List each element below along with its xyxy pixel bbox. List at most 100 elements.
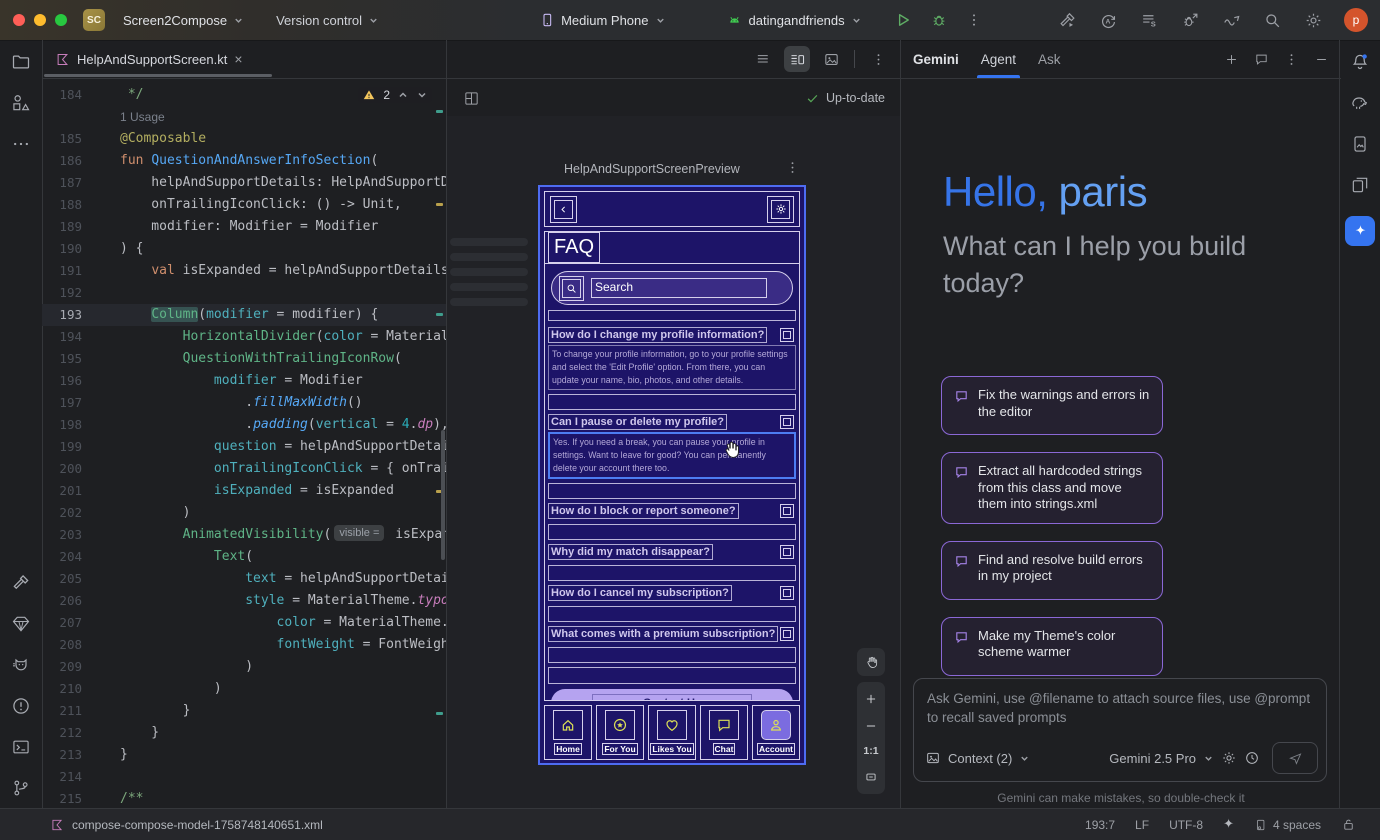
running-devices-icon[interactable] (1350, 134, 1370, 154)
suggestion-card[interactable]: Fix the warnings and errors in the edito… (941, 376, 1163, 435)
indent-setting[interactable]: 4 spaces (1254, 818, 1321, 832)
expand-toggle-icon[interactable] (780, 504, 794, 518)
editor-tab[interactable]: HelpAndSupportScreen.kt × (42, 40, 256, 78)
code-line[interactable]: 210 ) (42, 678, 446, 700)
device-selector[interactable]: Medium Phone (530, 6, 674, 34)
layout-switch-icon[interactable] (463, 90, 480, 107)
faq-question-row[interactable]: Why did my match disappear? (548, 544, 796, 561)
phone-content[interactable]: FAQ Search How do I change my profile in… (544, 231, 800, 701)
unlock-icon[interactable] (1341, 817, 1356, 832)
build-button[interactable] (1049, 6, 1086, 34)
minimize-panel-icon[interactable] (1314, 52, 1329, 67)
debug-button[interactable] (921, 6, 957, 34)
code-line[interactable]: 213} (42, 744, 446, 766)
search-input[interactable]: Search (591, 278, 767, 298)
code-line[interactable]: 197 .fillMaxWidth() (42, 392, 446, 414)
code-line[interactable]: 206 style = MaterialTheme.typo (42, 590, 446, 612)
code-line[interactable]: 196 modifier = Modifier (42, 370, 446, 392)
stripe-mark[interactable] (436, 313, 443, 316)
code-line[interactable]: 189 modifier: Modifier = Modifier (42, 216, 446, 238)
code-line[interactable]: 211 } (42, 700, 446, 722)
device-streaming-button[interactable] (1213, 6, 1250, 34)
expand-toggle-icon[interactable] (780, 415, 794, 429)
settings-gear-button[interactable] (767, 196, 794, 223)
problems-icon[interactable] (11, 696, 31, 716)
close-window-button[interactable] (13, 14, 25, 26)
device-manager-icon[interactable] (1350, 175, 1370, 195)
project-folder-icon[interactable] (11, 52, 31, 72)
next-issue-icon[interactable] (416, 89, 428, 101)
code-area[interactable]: 184 */1 Usage185@Composable186fun Questi… (42, 78, 446, 808)
build-tool-window-icon[interactable] (11, 573, 31, 593)
new-chat-icon[interactable] (1224, 52, 1239, 67)
preview-options-kebab-icon[interactable] (865, 46, 891, 72)
user-avatar[interactable]: p (1344, 8, 1368, 32)
code-line[interactable]: 199 question = helpAndSupportDetai (42, 436, 446, 458)
code-line[interactable]: 1 Usage (42, 106, 446, 128)
code-line[interactable]: 215/** (42, 788, 446, 808)
nav-item-for-you[interactable]: For You (596, 705, 644, 760)
faq-question-row[interactable]: How do I cancel my subscription? (548, 585, 796, 602)
code-line[interactable]: 192 (42, 282, 446, 304)
code-line[interactable]: 186fun QuestionAndAnswerInfoSection( (42, 150, 446, 172)
settings-button[interactable] (1295, 6, 1332, 34)
close-tab-icon[interactable]: × (234, 52, 242, 66)
preview-name-label[interactable]: HelpAndSupportScreenPreview (564, 162, 740, 176)
stripe-mark[interactable] (436, 203, 443, 206)
code-view-button[interactable] (750, 46, 776, 72)
model-selector[interactable]: Gemini 2.5 Pro (1109, 751, 1196, 766)
run-button[interactable] (885, 6, 921, 34)
code-line[interactable]: 203 AnimatedVisibility(visible = isExpan (42, 524, 446, 546)
send-button[interactable] (1272, 742, 1318, 774)
caret-position[interactable]: 193:7 (1085, 818, 1115, 832)
inspections-widget[interactable]: 2 (358, 87, 432, 103)
code-line[interactable]: 200 onTrailingIconClick = { onTrai (42, 458, 446, 480)
tab-agent[interactable]: Agent (981, 40, 1016, 78)
attach-image-icon[interactable] (925, 750, 941, 766)
zoom-out-icon[interactable] (864, 719, 878, 733)
expand-toggle-icon[interactable] (780, 627, 794, 641)
code-line[interactable]: 194 HorizontalDivider(color = Material (42, 326, 446, 348)
code-line[interactable]: 193 Column(modifier = modifier) { (42, 304, 446, 326)
suggestion-card[interactable]: Find and resolve build errors in my proj… (941, 541, 1163, 600)
preview-item-kebab-icon[interactable] (785, 160, 800, 175)
preview-canvas[interactable]: HelpAndSupportScreenPreview FAQ Search H… (447, 116, 901, 808)
code-line[interactable]: 190) { (42, 238, 446, 260)
code-line[interactable]: 191 val isExpanded = helpAndSupportDetai… (42, 260, 446, 282)
status-file-name[interactable]: compose-compose-model-1758748140651.xml (72, 818, 323, 832)
code-line[interactable]: 202 ) (42, 502, 446, 524)
code-line[interactable]: 198 .padding(vertical = 4.dp), (42, 414, 446, 436)
file-encoding[interactable]: UTF-8 (1169, 818, 1203, 832)
terminal-icon[interactable] (11, 737, 31, 757)
profiler-button[interactable] (1172, 6, 1209, 34)
gradle-elephant-icon[interactable] (1350, 93, 1370, 113)
gemini-sparkle-button[interactable] (1345, 216, 1375, 246)
zoom-100-button[interactable]: 1:1 (863, 745, 878, 757)
faq-question-row[interactable]: How do I block or report someone? (548, 503, 796, 520)
search-bar[interactable]: Search (551, 271, 793, 305)
phone-preview-frame[interactable]: FAQ Search How do I change my profile in… (538, 185, 806, 765)
sync-project-button[interactable]: A (1090, 6, 1127, 34)
suggestion-card[interactable]: Make my Theme's color scheme warmer (941, 617, 1163, 676)
nav-item-chat[interactable]: Chat (700, 705, 748, 760)
gemini-input[interactable] (927, 689, 1313, 741)
project-menu[interactable]: Screen2Compose (114, 6, 253, 34)
faq-answer-text[interactable]: Yes. If you need a break, you can pause … (548, 432, 796, 479)
code-line[interactable]: 209 ) (42, 656, 446, 678)
contact-us-button[interactable]: Contact Us (551, 689, 793, 701)
history-clock-icon[interactable] (1244, 750, 1260, 766)
version-control-icon[interactable] (11, 778, 31, 798)
gemini-settings-gear-icon[interactable] (1221, 750, 1237, 766)
zoom-in-icon[interactable] (864, 692, 878, 706)
more-actions-button[interactable] (957, 6, 991, 34)
split-view-button[interactable] (784, 46, 810, 72)
context-selector[interactable]: Context (2) (948, 751, 1012, 766)
code-line[interactable]: 188 onTrailingIconClick: () -> Unit, (42, 194, 446, 216)
suggestion-card[interactable]: Extract all hardcoded strings from this … (941, 452, 1163, 524)
tab-scroll-indicator[interactable] (44, 74, 272, 77)
nav-item-account[interactable]: Account (752, 705, 800, 760)
search-everywhere-button[interactable] (1254, 6, 1291, 34)
nav-item-likes-you[interactable]: Likes You (648, 705, 696, 760)
minimize-window-button[interactable] (34, 14, 46, 26)
stripe-mark[interactable] (436, 110, 443, 113)
